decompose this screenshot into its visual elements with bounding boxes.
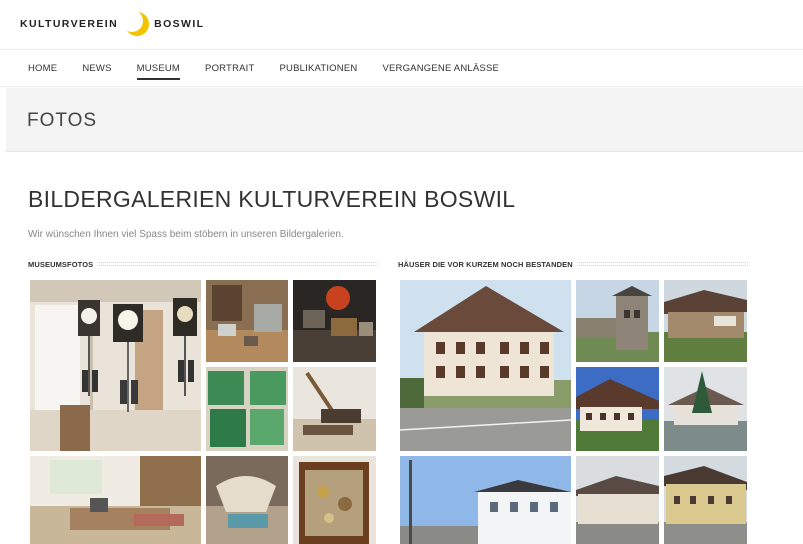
main-nav: HOME NEWS MUSEUM PORTRAIT PUBLIKATIONEN … bbox=[0, 51, 803, 87]
intro-text: Wir wünschen Ihnen viel Spass beim stöbe… bbox=[28, 229, 344, 240]
site-logo[interactable]: KULTURVEREIN BOSWIL bbox=[20, 9, 205, 39]
gallery-thumb-clocks[interactable] bbox=[30, 280, 201, 451]
nav-item-home[interactable]: HOME bbox=[28, 63, 57, 74]
gallery-thumb-workshop[interactable] bbox=[206, 280, 288, 362]
page: KULTURVEREIN BOSWIL HOME NEWS MUSEUM POR… bbox=[0, 0, 803, 544]
gallery-thumb-large-house[interactable] bbox=[400, 280, 571, 451]
gallery-heading-houses: HÄUSER DIE VOR KURZEM NOCH BESTANDEN bbox=[398, 258, 748, 270]
gallery-heading-label[interactable]: MUSEUMSFOTOS bbox=[28, 260, 93, 269]
nav-item-news[interactable]: NEWS bbox=[82, 63, 111, 74]
logo-right-word: BOSWIL bbox=[154, 18, 205, 30]
gallery-heading-museum: MUSEUMSFOTOS bbox=[28, 258, 378, 270]
gallery-thumb-tower[interactable] bbox=[576, 280, 659, 362]
gallery-thumb-cabinet[interactable] bbox=[293, 456, 376, 544]
nav-item-portrait[interactable]: PORTRAIT bbox=[205, 63, 254, 74]
site-header: KULTURVEREIN BOSWIL bbox=[0, 0, 803, 50]
gallery-thumb-tool[interactable] bbox=[293, 367, 376, 451]
gallery-thumb-farmhouse[interactable] bbox=[576, 367, 659, 451]
main-heading: BILDERGALERIEN KULTURVEREIN BOSWIL bbox=[28, 186, 516, 212]
gallery-thumb-gramophone[interactable] bbox=[293, 280, 376, 362]
gallery-thumb-house-tree[interactable] bbox=[664, 367, 747, 451]
gallery-thumb-desk[interactable] bbox=[30, 456, 201, 544]
page-title: FOTOS bbox=[27, 110, 98, 131]
gallery-thumb-row-house[interactable] bbox=[576, 456, 659, 544]
gallery-thumb-green-glass[interactable] bbox=[206, 367, 288, 451]
moon-icon bbox=[124, 11, 150, 37]
gallery-thumb-antlers[interactable] bbox=[206, 456, 288, 544]
gallery-thumb-barn[interactable] bbox=[664, 280, 747, 362]
heading-divider bbox=[99, 262, 378, 266]
nav-item-museum[interactable]: MUSEUM bbox=[136, 63, 181, 80]
gallery-heading-label[interactable]: HÄUSER DIE VOR KURZEM NOCH BESTANDEN bbox=[398, 260, 573, 269]
gallery-thumb-yellow-house[interactable] bbox=[664, 456, 747, 544]
logo-left-word: KULTURVEREIN bbox=[20, 18, 119, 30]
heading-divider bbox=[578, 262, 748, 266]
nav-item-publikationen[interactable]: PUBLIKATIONEN bbox=[280, 63, 358, 74]
gallery-thumb-white-house[interactable] bbox=[400, 456, 571, 544]
page-title-band: FOTOS bbox=[6, 88, 803, 152]
nav-item-vergangene-anlaesse[interactable]: VERGANGENE ANLÄSSE bbox=[382, 63, 499, 74]
